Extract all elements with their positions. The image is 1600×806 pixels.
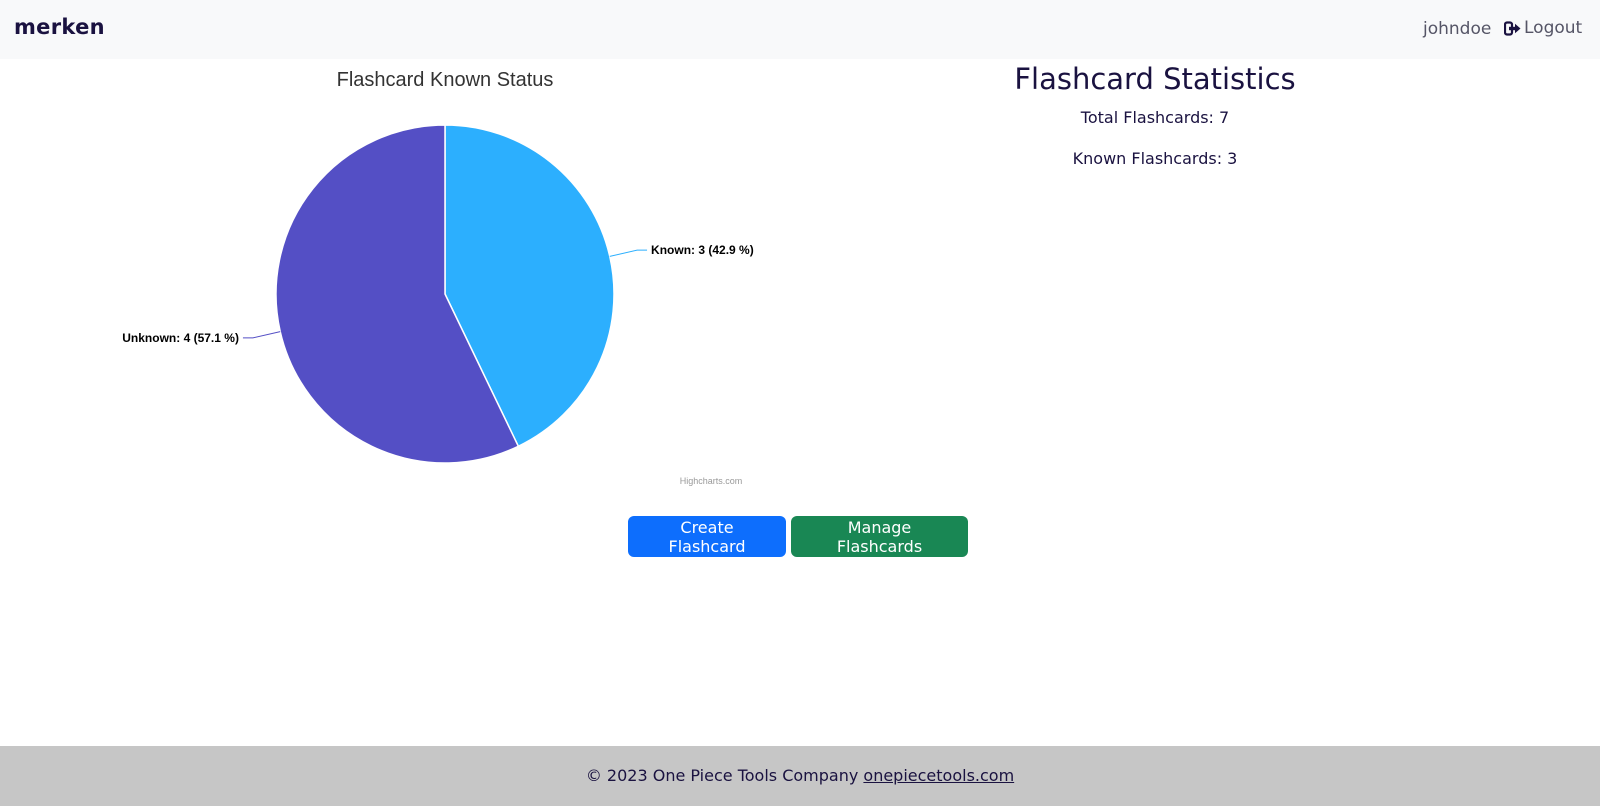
chart-credits[interactable]: Highcharts.com: [680, 476, 743, 486]
logout-label: Logout: [1524, 18, 1583, 38]
logout-icon: [1504, 20, 1521, 36]
statistics-heading: Flashcard Statistics: [1014, 62, 1296, 96]
manage-flashcards-button[interactable]: Manage Flashcards: [791, 516, 968, 557]
data-label-known: Known: 3 (42.9 %): [651, 243, 754, 257]
logout-link[interactable]: Logout: [1504, 18, 1582, 38]
footer: © 2023 One Piece Tools Company onepiecet…: [0, 746, 1600, 806]
total-flashcards: Total Flashcards: 7: [1080, 108, 1230, 127]
username-label[interactable]: johndoe: [1423, 19, 1491, 39]
chart-title: Flashcard Known Status: [337, 69, 554, 91]
action-buttons: Create Flashcard Manage Flashcards: [628, 516, 968, 557]
pie-slices: [275, 124, 615, 464]
footer-copyright: © 2023 One Piece Tools Company: [585, 766, 859, 785]
navbar: merken johndoe Logout: [0, 0, 1600, 59]
connector-unknown: [242, 331, 281, 339]
known-flashcards: Known Flashcards: 3: [1072, 149, 1238, 168]
brand-logo[interactable]: merken: [14, 15, 105, 39]
footer-link[interactable]: onepiecetools.com: [863, 766, 1014, 785]
connector-known: [609, 249, 648, 257]
data-label-unknown: Unknown: 4 (57.1 %): [122, 331, 239, 345]
chart-container: Flashcard Known Status Known: 3 (42.9 %)…: [0, 59, 890, 499]
create-flashcard-button[interactable]: Create Flashcard: [628, 516, 786, 557]
statistics-panel: Flashcard Statistics Total Flashcards: 7…: [890, 59, 1420, 168]
pie-chart: Flashcard Known Status Known: 3 (42.9 %)…: [122, 69, 754, 486]
